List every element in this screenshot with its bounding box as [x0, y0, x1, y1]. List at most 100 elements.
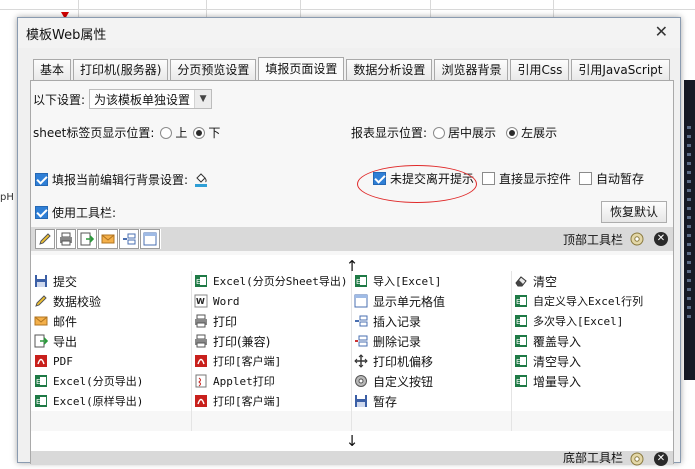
toolbar-option-6-1[interactable]: 打印[客户端]	[191, 391, 351, 411]
top-toolbar-icons	[35, 229, 161, 249]
applet-icon	[193, 373, 209, 389]
tab-basic[interactable]: 基本	[33, 59, 72, 80]
gear-icon[interactable]	[627, 449, 647, 469]
toolbar-option-label: Excel(原样导出)	[53, 395, 144, 408]
report-center-radio[interactable]	[433, 126, 446, 139]
toolbar-option-label: 打印[客户端]	[213, 355, 282, 368]
toolbar-option-label: 数据校验	[53, 294, 102, 309]
tab-browser-background[interactable]: 浏览器背景	[434, 59, 509, 80]
toolbar-option-6-0[interactable]: E Excel(原样导出)	[31, 391, 191, 411]
toolbar-option-1-3[interactable]: E 自定义导入Excel行列	[511, 291, 671, 311]
highlight-circle	[357, 165, 477, 203]
pencil-icon[interactable]	[35, 229, 55, 249]
toolbar-option-0-2[interactable]: E 导入[Excel]	[351, 271, 511, 291]
cell-icon[interactable]	[140, 229, 160, 249]
toolbar-option-6-2[interactable]: 暂存	[351, 391, 511, 411]
grid-divider	[511, 271, 512, 431]
toolbar-option-2-0[interactable]: 邮件	[31, 311, 191, 331]
toolbar-option-label: 导出	[53, 334, 78, 349]
fill-page-settings-panel: 以下设置: 为该模板单独设置 ▼ sheet标签页显示位置: 上 下 报表显示位…	[30, 80, 674, 466]
empty-cell	[511, 391, 671, 411]
excel-icon: E	[353, 273, 369, 289]
toolbar-option-0-0[interactable]: 提交	[31, 271, 191, 291]
toolbar-option-2-1[interactable]: 打印	[191, 311, 351, 331]
toolbar-option-3-3[interactable]: E 覆盖导入	[511, 331, 671, 351]
auto-save-checkbox[interactable]	[579, 172, 593, 185]
auto-save-label: 自动暂存	[596, 172, 645, 186]
save-icon	[33, 273, 49, 289]
toolbar-option-label: 显示单元格值	[373, 294, 446, 309]
excel-icon: E	[33, 393, 49, 409]
tab-css[interactable]: 引用Css	[510, 59, 570, 80]
insert-row-icon[interactable]	[119, 229, 139, 249]
toolbar-option-label: 清空导入	[533, 354, 582, 369]
toolbar-option-0-1[interactable]: E Excel(分页分Sheet导出)	[191, 271, 351, 291]
tab-javascript[interactable]: 引用JavaScript	[571, 59, 670, 80]
toolbar-option-3-0[interactable]: 导出	[31, 331, 191, 351]
toolbar-option-label: PDF	[53, 354, 73, 368]
toolbar-option-2-3[interactable]: E 多次导入[Excel]	[511, 311, 671, 331]
move-down-button[interactable]: ↓	[31, 431, 673, 451]
toolbar-option-3-1[interactable]: 打印(兼容)	[191, 331, 351, 351]
excel-icon: E	[33, 373, 49, 389]
sheet-tab-position-label: sheet标签页显示位置:	[33, 126, 155, 140]
toolbar-button-grid: 提交 E Excel(分页分Sheet导出) E 导入[Excel] 清空数据校验 W Wor…	[31, 271, 673, 411]
grid-divider	[191, 271, 192, 431]
toolbar-option-1-1[interactable]: W Word	[191, 291, 351, 311]
toolbar-option-4-2[interactable]: 打印机偏移	[351, 351, 511, 371]
export-icon	[33, 333, 49, 349]
toolbar-option-label: 自定义按钮	[373, 374, 434, 389]
mail-icon[interactable]	[98, 229, 118, 249]
tab-data-analysis[interactable]: 数据分析设置	[346, 59, 433, 80]
web-properties-dialog: 模板Web属性 ✕ 基本 打印机(服务器) 分页预览设置 填报页面设置 数据分析…	[17, 17, 681, 466]
toolbar-option-0-3[interactable]: 清空	[511, 271, 671, 291]
close-icon: ✕	[654, 232, 668, 246]
toolbar-option-3-2[interactable]: 删除记录	[351, 331, 511, 351]
pdf-icon	[193, 393, 209, 409]
export-icon[interactable]	[77, 229, 97, 249]
excel-icon: E	[513, 333, 529, 349]
svg-text:E: E	[516, 318, 520, 326]
direct-show-widget-checkbox[interactable]	[482, 172, 496, 185]
close-button[interactable]: ✕	[655, 24, 668, 40]
svg-text:E: E	[516, 378, 520, 386]
paint-bucket-icon[interactable]	[192, 170, 210, 188]
toolbar-option-label: 增量导入	[533, 374, 582, 389]
remove-toolbar-button[interactable]: ✕	[651, 449, 671, 469]
toolbar-option-1-0[interactable]: 数据校验	[31, 291, 191, 311]
toolbar-option-5-2[interactable]: 自定义按钮	[351, 371, 511, 391]
fill-row-bg-checkbox[interactable]	[35, 172, 48, 186]
toolbar-option-5-1[interactable]: Applet打印	[191, 371, 351, 391]
restore-default-button[interactable]: 恢复默认	[601, 201, 668, 223]
remove-toolbar-button[interactable]: ✕	[651, 229, 671, 249]
scope-select[interactable]: 为该模板单独设置 ▼	[89, 89, 213, 109]
pdf-icon	[33, 353, 49, 369]
background-image-strip	[684, 80, 695, 380]
gear-icon[interactable]	[627, 229, 647, 249]
toolbar-option-4-0[interactable]: PDF	[31, 351, 191, 371]
toolbar-option-2-2[interactable]: 插入记录	[351, 311, 511, 331]
tab-fill-page[interactable]: 填报页面设置	[258, 57, 345, 81]
svg-text:E: E	[36, 378, 40, 386]
sheet-top-radio[interactable]	[160, 126, 173, 139]
delete-row-icon	[353, 333, 369, 349]
svg-text:E: E	[516, 298, 520, 306]
tab-printer-server[interactable]: 打印机(服务器)	[73, 59, 169, 80]
tab-page-preview[interactable]: 分页预览设置	[170, 59, 257, 80]
dialog-titlebar[interactable]: 模板Web属性 ✕	[18, 18, 680, 48]
toolbar-option-label: 删除记录	[373, 334, 422, 349]
report-left-radio[interactable]	[506, 126, 519, 139]
toolbar-option-label: 暂存	[373, 394, 398, 409]
use-toolbar-checkbox[interactable]	[35, 206, 48, 219]
sheet-bottom-radio[interactable]	[193, 126, 206, 139]
toolbar-option-1-2[interactable]: 显示单元格值	[351, 291, 511, 311]
gear-icon	[353, 373, 369, 389]
toolbar-option-4-3[interactable]: E 清空导入	[511, 351, 671, 371]
direct-show-widget-label: 直接显示控件	[499, 172, 572, 186]
printer-icon[interactable]	[56, 229, 76, 249]
save-icon	[353, 393, 369, 409]
toolbar-option-4-1[interactable]: 打印[客户端]	[191, 351, 351, 371]
toolbar-option-5-0[interactable]: E Excel(分页导出)	[31, 371, 191, 391]
excel-icon: E	[513, 373, 529, 389]
toolbar-option-5-3[interactable]: E 增量导入	[511, 371, 671, 391]
